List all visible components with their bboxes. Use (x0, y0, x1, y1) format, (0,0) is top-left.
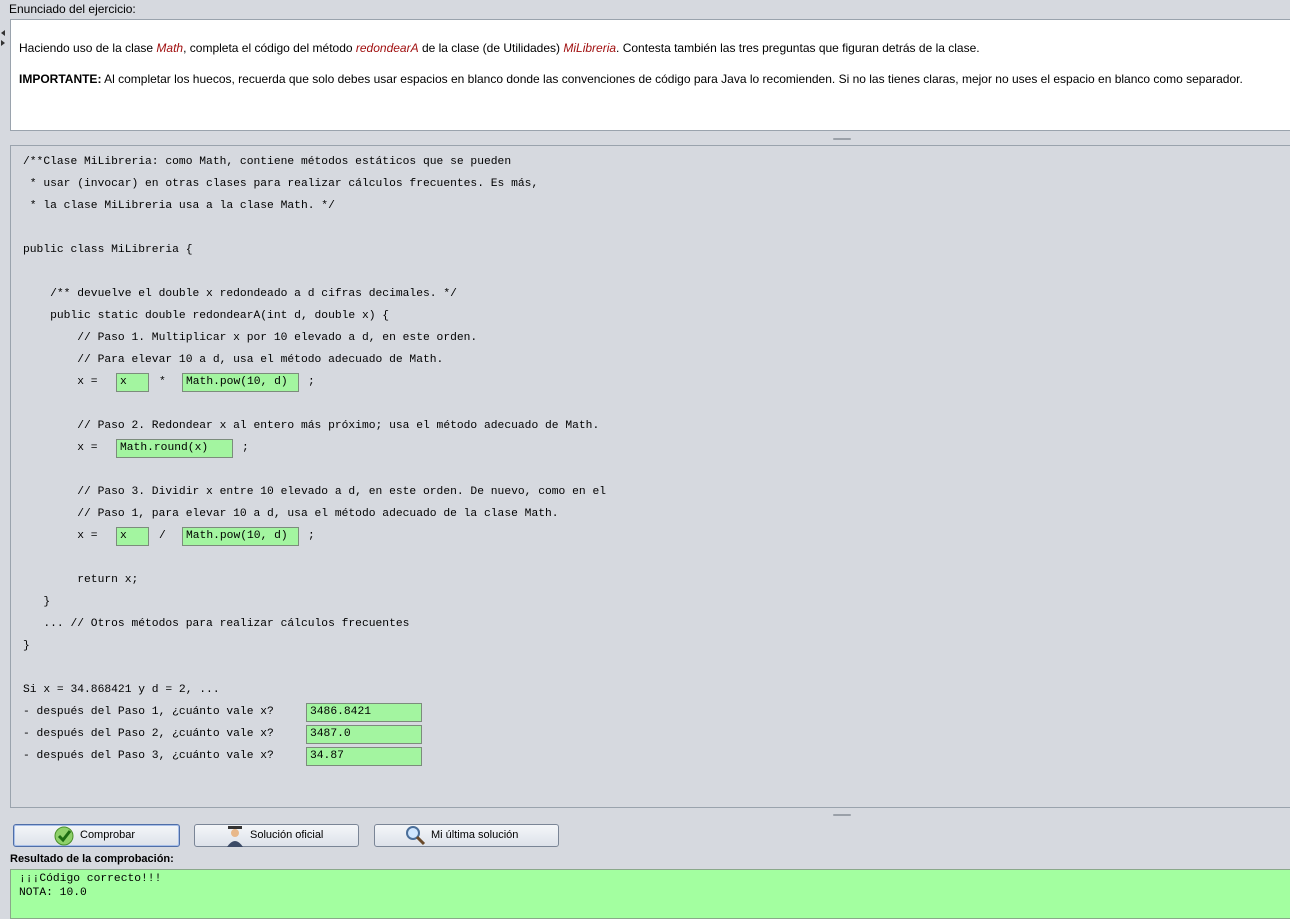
code-operator: / (159, 530, 166, 542)
code-line: public class MiLibreria { (23, 244, 193, 256)
code-semicolon: ; (308, 376, 315, 388)
question-1: - después del Paso 1, ¿cuánto vale x? (23, 706, 274, 718)
code-line: return x; (23, 574, 139, 586)
solucion-oficial-label: Solución oficial (250, 829, 324, 841)
mi-ultima-solucion-button[interactable]: Mi última solución (374, 824, 559, 847)
check-icon (53, 825, 75, 855)
code-semicolon: ; (308, 530, 315, 542)
code-line: // Paso 1, para elevar 10 a d, usa el mé… (23, 508, 559, 520)
code-line: x = (23, 442, 98, 454)
answer-step3[interactable]: 34.87 (306, 747, 422, 766)
blank-step1-right[interactable]: Math.pow(10, d) (182, 373, 299, 392)
code-line: x = (23, 376, 98, 388)
divider-grip-icon[interactable] (833, 814, 851, 816)
code-line: ... // Otros métodos para realizar cálcu… (23, 618, 410, 630)
blank-step2[interactable]: Math.round(x) (116, 439, 233, 458)
library-class-name: MiLibreria (563, 41, 617, 55)
answer-step1[interactable]: 3486.8421 (306, 703, 422, 722)
question-3: - después del Paso 3, ¿cuánto vale x? (23, 750, 274, 762)
statement-title: Enunciado del ejercicio: (9, 2, 136, 16)
code-line: } (23, 640, 30, 652)
split-divider-top[interactable] (8, 135, 1290, 144)
code-line: x = (23, 530, 98, 542)
comprobar-label: Comprobar (80, 829, 136, 841)
statement-paragraph: Haciendo uso de la clase Math, completa … (19, 41, 980, 55)
solucion-oficial-button[interactable]: Solución oficial (194, 824, 359, 847)
magnifier-icon (405, 825, 427, 855)
math-class-name: Math (156, 41, 184, 55)
code-line: // Paso 2. Redondear x al entero más pró… (23, 420, 600, 432)
result-panel: ¡¡¡Código correcto!!! NOTA: 10.0 (10, 869, 1290, 919)
code-line: // Paso 1. Multiplicar x por 10 elevado … (23, 332, 478, 344)
split-divider-bottom[interactable] (8, 811, 1290, 820)
question-intro: Si x = 34.868421 y d = 2, ... (23, 684, 220, 696)
code-editor-panel: /**Clase MiLibreria: como Math, contiene… (10, 145, 1290, 808)
mi-ultima-solucion-label: Mi última solución (431, 829, 519, 841)
code-line: /** devuelve el double x redondeado a d … (23, 288, 457, 300)
answer-step2[interactable]: 3487.0 (306, 725, 422, 744)
code-line: // Paso 3. Dividir x entre 10 elevado a … (23, 486, 607, 498)
code-line: // Para elevar 10 a d, usa el método ade… (23, 354, 444, 366)
blank-step3-right[interactable]: Math.pow(10, d) (182, 527, 299, 546)
question-2: - después del Paso 2, ¿cuánto vale x? (23, 728, 274, 740)
blank-step1-left[interactable]: x (116, 373, 149, 392)
code-operator: * (159, 376, 166, 388)
statement-panel: Haciendo uso de la clase Math, completa … (10, 19, 1290, 131)
important-note: IMPORTANTE: Al completar los huecos, rec… (19, 72, 1243, 86)
code-line: * la clase MiLibreria usa a la clase Mat… (23, 200, 335, 212)
comprobar-button[interactable]: Comprobar (13, 824, 180, 847)
result-title: Resultado de la comprobación: (10, 853, 174, 865)
blank-step3-left[interactable]: x (116, 527, 149, 546)
divider-grip-icon[interactable] (833, 138, 851, 140)
collapse-arrows-icon[interactable] (0, 28, 6, 48)
code-line: } (23, 596, 51, 608)
code-line: public static double redondearA(int d, d… (23, 310, 390, 322)
professor-icon (225, 825, 245, 855)
code-line: * usar (invocar) en otras clases para re… (23, 178, 539, 190)
result-grade: NOTA: 10.0 (19, 887, 87, 899)
code-semicolon: ; (242, 442, 249, 454)
method-name: redondearA (355, 41, 419, 55)
result-message: ¡¡¡Código correcto!!! (19, 873, 162, 885)
code-line: /**Clase MiLibreria: como Math, contiene… (23, 156, 512, 168)
